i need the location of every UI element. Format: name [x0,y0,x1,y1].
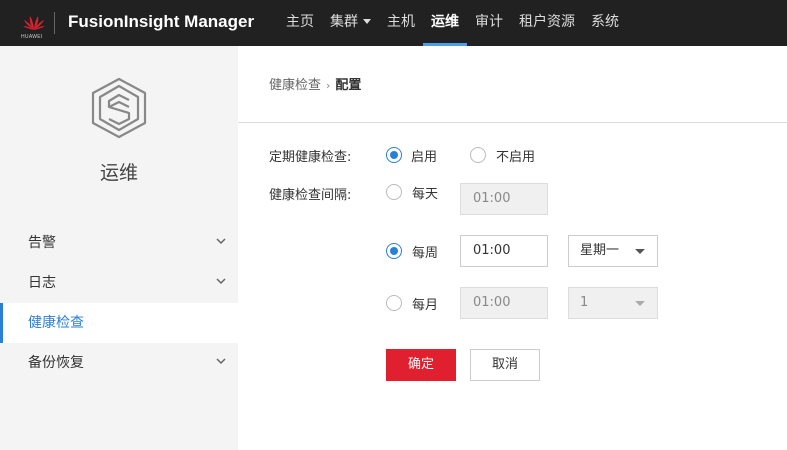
daily-radio[interactable] [386,184,402,200]
nav-audit[interactable]: 审计 [467,0,511,46]
nav-home-label: 主页 [286,14,314,30]
interval-label: 健康检查间隔: [269,188,352,203]
monthly-time-input: 01:00 [460,287,548,319]
confirm-button[interactable]: 确定 [386,349,456,381]
nav-system-label: 系统 [591,14,619,30]
enable-radio[interactable] [386,147,402,163]
nav-o-and-m-label: 运维 [431,14,459,30]
nav-tenant-resources-label: 租户资源 [519,14,575,30]
nav-cluster[interactable]: 集群 [322,0,379,46]
dropdown-arrow-icon [635,301,645,306]
nav-o-and-m[interactable]: 运维 [423,0,467,46]
sidebar-item-backup-restore[interactable]: 备份恢复 [0,343,238,383]
module-title: 运维 [99,162,138,184]
daily-radio-label: 每天 [412,187,439,202]
caret-down-icon [363,18,371,24]
weekly-radio-label: 每周 [412,246,439,261]
top-bar: HUAWEI FusionInsight Manager 主页 集群 主机 运维… [0,0,787,46]
header-divider [238,122,787,123]
sidebar-item-label: 日志 [28,275,56,291]
nav-hosts[interactable]: 主机 [379,0,423,46]
logo-divider [54,12,55,34]
nav-tenant-resources[interactable]: 租户资源 [511,0,583,46]
disable-radio-label: 不启用 [496,150,536,165]
schedule-label: 定期健康检查: [269,150,352,165]
month-day-select: 1 [568,287,658,319]
sidebar-item-logs[interactable]: 日志 [0,263,238,303]
breadcrumb: 健康检查 › 配置 [269,74,361,93]
disable-radio[interactable] [470,147,486,163]
dropdown-arrow-icon [635,249,645,254]
breadcrumb-current: 配置 [335,78,362,93]
breadcrumb-parent[interactable]: 健康检查 [269,78,321,93]
o-and-m-module-icon [91,77,147,139]
breadcrumb-separator: › [326,79,331,92]
sidebar-menu: 告警 日志 健康检查 备份恢复 [0,223,238,383]
cancel-button[interactable]: 取消 [470,349,540,381]
weekday-select[interactable]: 星期一 [568,235,658,267]
weekday-select-value: 星期一 [580,243,620,258]
nav-home[interactable]: 主页 [278,0,322,46]
sidebar-item-alarms[interactable]: 告警 [0,223,238,263]
nav-audit-label: 审计 [475,14,503,30]
nav-hosts-label: 主机 [387,14,415,30]
chevron-down-icon [216,238,226,245]
sidebar-item-health-check[interactable]: 健康检查 [0,303,238,343]
app-title: FusionInsight Manager [68,12,255,31]
weekly-radio[interactable] [386,243,402,259]
daily-time-input: 01:00 [460,183,548,215]
monthly-radio[interactable] [386,295,402,311]
main-nav: 主页 集群 主机 运维 审计 租户资源 系统 [278,0,627,46]
sidebar: 运维 告警 日志 健康检查 备份恢复 [0,46,238,450]
enable-radio-label: 启用 [411,150,438,165]
chevron-down-icon [216,278,226,285]
month-day-select-value: 1 [580,295,589,310]
nav-system[interactable]: 系统 [583,0,627,46]
brand-small-text: HUAWEI [21,34,43,40]
sidebar-item-label: 健康检查 [28,315,84,331]
chevron-down-icon [216,358,226,365]
sidebar-item-label: 备份恢复 [28,355,84,371]
monthly-radio-label: 每月 [412,298,439,313]
weekly-time-input[interactable]: 01:00 [460,235,548,267]
nav-cluster-label: 集群 [330,14,358,30]
sidebar-item-label: 告警 [28,235,56,251]
